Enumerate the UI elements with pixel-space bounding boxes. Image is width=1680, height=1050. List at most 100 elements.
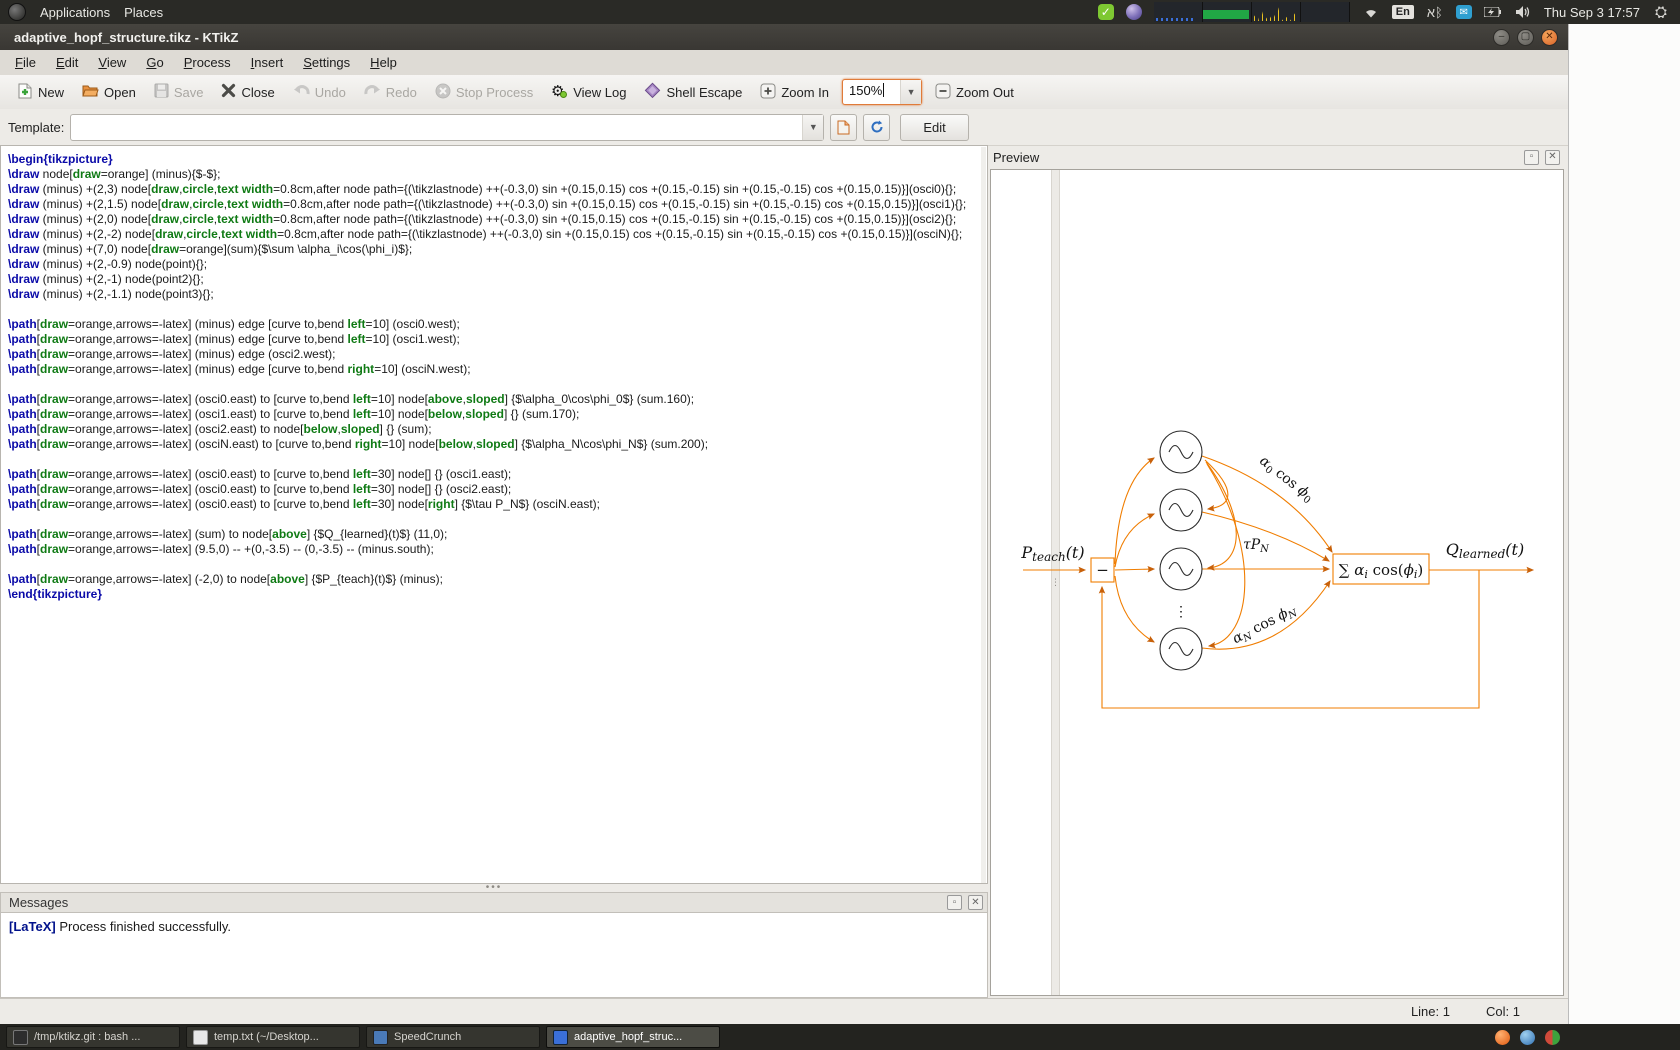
keyboard-layout-indicator[interactable]: En — [1392, 5, 1414, 19]
system-monitor-applet[interactable] — [1154, 2, 1350, 22]
editor-scrollbar[interactable] — [981, 147, 986, 884]
stop-process-icon — [435, 83, 451, 102]
bluetooth-icon[interactable]: א︎ᛒ — [1426, 3, 1444, 21]
close-button[interactable]: Close — [214, 79, 281, 105]
open-button[interactable]: Open — [75, 79, 143, 105]
taskbar-item[interactable]: /tmp/ktikz.git : bash ... — [6, 1026, 180, 1048]
window-titlebar[interactable]: adaptive_hopf_structure.tikz - KTikZ – ▢… — [0, 24, 1568, 50]
applications-menu[interactable]: Applications — [40, 5, 110, 20]
template-file-button[interactable] — [830, 114, 857, 141]
splitter-grip-icon: ••• — [486, 886, 503, 890]
code-line: \path[draw=orange,arrows=-latex] (osci0.… — [8, 497, 987, 512]
status-orb-icon[interactable] — [1126, 4, 1142, 20]
preview-canvas[interactable]: ⋮ — [990, 169, 1564, 996]
code-line: \draw node[draw=orange] (minus){$-$}; — [8, 167, 987, 182]
template-dropdown-arrow-icon[interactable]: ▼ — [802, 115, 823, 140]
code-line — [8, 302, 987, 317]
zoom-level-value[interactable]: 150% — [843, 80, 900, 104]
distributor-logo-icon[interactable] — [8, 3, 26, 21]
menu-file[interactable]: File — [6, 52, 45, 73]
power-icon[interactable]: ⛭ — [1652, 3, 1670, 21]
code-line: \path[draw=orange,arrows=-latex] (osci0.… — [8, 392, 987, 407]
template-edit-button[interactable]: Edit — [900, 114, 968, 141]
window-title: adaptive_hopf_structure.tikz - KTikZ — [0, 30, 238, 45]
update-check-icon[interactable]: ✓ — [1098, 4, 1114, 20]
save-button: Save — [147, 79, 211, 105]
zoom-in-button[interactable]: Zoom In — [753, 79, 836, 106]
template-row: Template: ▼ Edit — [0, 109, 1576, 146]
code-line — [8, 452, 987, 467]
feedback-path — [1102, 570, 1479, 708]
stop-process-button: Stop Process — [428, 79, 540, 106]
code-line — [8, 377, 987, 392]
messages-float-icon[interactable]: ▫ — [947, 895, 962, 910]
preview-close-icon[interactable]: ✕ — [1545, 150, 1560, 165]
status-bar: Line: 1 Col: 1 — [0, 998, 1568, 1025]
wifi-icon[interactable] — [1362, 3, 1380, 21]
taskbar-item[interactable]: temp.txt (~/Desktop... — [186, 1026, 360, 1048]
volume-icon[interactable] — [1514, 3, 1532, 21]
menu-settings[interactable]: Settings — [294, 52, 359, 73]
view-log-button[interactable]: ⚙View Log — [544, 79, 633, 106]
desktop-background — [1568, 24, 1680, 1024]
menu-insert[interactable]: Insert — [242, 52, 293, 73]
template-label: Template: — [8, 120, 64, 135]
code-editor[interactable]: \begin{tikzpicture}\draw node[draw=orang… — [0, 145, 988, 884]
shell-escape-icon — [644, 82, 661, 102]
menu-go[interactable]: Go — [137, 52, 172, 73]
menu-edit[interactable]: Edit — [47, 52, 87, 73]
status-col-indicator: Col: 1 — [1486, 1004, 1520, 1019]
template-value — [71, 115, 802, 140]
battery-icon[interactable] — [1484, 3, 1502, 21]
code-line: \path[draw=orange,arrows=-latex] (osciN.… — [8, 437, 987, 452]
messages-close-icon[interactable]: ✕ — [968, 895, 983, 910]
code-line: \path[draw=orange,arrows=-latex] (-2,0) … — [8, 572, 987, 587]
desktop-top-panel: Applications Places ✓ En א︎ᛒ ✉ Thu Sep 3… — [0, 0, 1680, 24]
undo-button: Undo — [286, 79, 353, 105]
tray-icon-2[interactable] — [1520, 1030, 1535, 1045]
template-reload-button[interactable] — [863, 114, 890, 141]
new-button[interactable]: New — [10, 79, 71, 106]
preview-header: Preview ▫ ✕ — [988, 145, 1568, 169]
tray-icon-3[interactable] — [1545, 1030, 1560, 1045]
menu-process[interactable]: Process — [175, 52, 240, 73]
sum-label: ∑ αi cos(ϕi) — [1339, 561, 1424, 581]
status-line-indicator: Line: 1 — [1411, 1004, 1450, 1019]
places-menu[interactable]: Places — [124, 5, 163, 20]
ktikz-window: adaptive_hopf_structure.tikz - KTikZ – ▢… — [0, 24, 1568, 1024]
template-combobox[interactable]: ▼ — [70, 114, 824, 141]
terminal-icon — [13, 1030, 28, 1045]
code-line: \draw (minus) +(7,0) node[draw=orange](s… — [8, 242, 987, 257]
code-line: \path[draw=orange,arrows=-latex] (minus)… — [8, 362, 987, 377]
message-prefix: [LaTeX] — [9, 919, 56, 934]
preview-panel: Preview ▫ ✕ ⋮ — [988, 145, 1568, 998]
tray-icon-1[interactable] — [1495, 1030, 1510, 1045]
view-log-icon: ⚙ — [551, 83, 568, 102]
zoom-level-combobox[interactable]: 150%▼ — [842, 79, 922, 105]
oscillator-nodes — [1160, 431, 1202, 670]
preview-float-icon[interactable]: ▫ — [1524, 150, 1539, 165]
code-line: \path[draw=orange,arrows=-latex] (9.5,0)… — [8, 542, 987, 557]
menu-view[interactable]: View — [89, 52, 135, 73]
messages-header: Messages ▫ ✕ — [0, 892, 988, 913]
minimize-button[interactable]: – — [1493, 29, 1510, 46]
redo-icon — [364, 83, 381, 101]
alpha0-label: α0 cos ϕ0 — [1255, 453, 1317, 507]
code-line: \draw (minus) +(2,-1.1) node(point3){}; — [8, 287, 987, 302]
editor-messages-splitter[interactable]: ••• — [0, 884, 988, 892]
taskbar-item[interactable]: SpeedCrunch — [366, 1026, 540, 1048]
close-button[interactable]: ✕ — [1541, 29, 1558, 46]
taskbar-item[interactable]: adaptive_hopf_struc... — [546, 1026, 720, 1048]
menu-help[interactable]: Help — [361, 52, 406, 73]
save-icon — [154, 83, 169, 101]
code-line: \draw (minus) +(2,3) node[draw,circle,te… — [8, 182, 987, 197]
redo-button: Redo — [357, 79, 424, 105]
shell-escape-button[interactable]: Shell Escape — [637, 78, 749, 106]
clock[interactable]: Thu Sep 3 17:57 — [1544, 5, 1640, 20]
maximize-button[interactable]: ▢ — [1517, 29, 1534, 46]
preview-title: Preview — [993, 150, 1039, 165]
zoom-out-button[interactable]: Zoom Out — [928, 79, 1021, 106]
zoom-dropdown-arrow-icon[interactable]: ▼ — [900, 80, 921, 104]
mail-icon[interactable]: ✉ — [1456, 5, 1472, 19]
taskbar: /tmp/ktikz.git : bash ... temp.txt (~/Des… — [0, 1024, 1680, 1050]
